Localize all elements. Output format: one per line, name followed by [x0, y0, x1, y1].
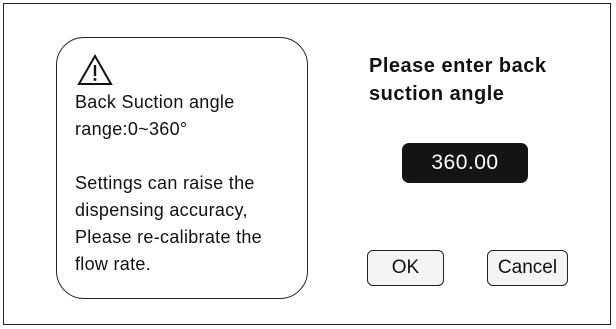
- prompt-line2: suction angle: [369, 83, 505, 105]
- range-label-line1: Back Suction angle: [75, 92, 235, 112]
- range-label-line2: range:0~360°: [75, 119, 188, 139]
- warning-icon: [77, 54, 113, 85]
- prompt-line1: Please enter back: [369, 55, 547, 77]
- prompt-title: Please enter back suction angle: [369, 52, 547, 108]
- note-line2: dispensing accuracy,: [75, 200, 248, 220]
- note-line3: Please re-calibrate the: [75, 227, 262, 247]
- note-line4: flow rate.: [75, 254, 152, 274]
- cancel-button[interactable]: Cancel: [487, 250, 568, 286]
- ok-button[interactable]: OK: [367, 250, 444, 286]
- note-line1: Settings can raise the: [75, 173, 255, 193]
- angle-value-input[interactable]: 360.00: [402, 143, 528, 183]
